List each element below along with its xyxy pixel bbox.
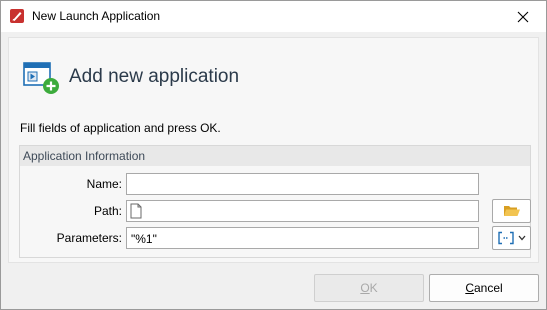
title-bar: New Launch Application — [1, 1, 546, 32]
window-title: New Launch Application — [32, 9, 161, 23]
application-information-group: Application Information Name: Path: Para… — [19, 145, 531, 258]
chevron-down-icon — [518, 235, 526, 241]
group-title: Application Information — [23, 149, 146, 163]
application-add-icon — [23, 60, 61, 96]
cancel-button[interactable]: Cancel — [429, 274, 539, 302]
app-logo-icon — [9, 8, 25, 24]
path-field[interactable] — [126, 200, 479, 222]
parameters-label: Parameters: — [56, 231, 122, 245]
parameters-field[interactable]: "%1" — [126, 227, 479, 249]
name-field[interactable] — [126, 173, 479, 195]
new-launch-application-dialog: New Launch Application Add new applicati… — [0, 0, 547, 310]
browse-button[interactable] — [492, 199, 531, 223]
ok-button[interactable]: OK — [314, 274, 424, 302]
ok-label-rest: K — [369, 281, 378, 295]
macro-brackets-icon — [498, 231, 514, 245]
folder-icon — [503, 206, 520, 216]
cancel-mnemonic: C — [465, 281, 474, 295]
parameters-value: "%1" — [131, 232, 157, 246]
close-button[interactable] — [500, 1, 546, 32]
insert-macro-button[interactable] — [492, 226, 531, 250]
ok-mnemonic: O — [360, 281, 370, 295]
close-icon — [517, 11, 529, 22]
instruction-text: Fill fields of application and press OK. — [20, 121, 221, 135]
path-label: Path: — [93, 204, 122, 218]
dialog-heading: Add new application — [69, 66, 240, 87]
group-header: Application Information — [20, 146, 530, 166]
dialog-content: Add new application Fill fields of appli… — [8, 37, 539, 263]
document-icon — [130, 203, 142, 219]
cancel-label-rest: ancel — [473, 281, 503, 295]
name-label: Name: — [86, 177, 122, 191]
